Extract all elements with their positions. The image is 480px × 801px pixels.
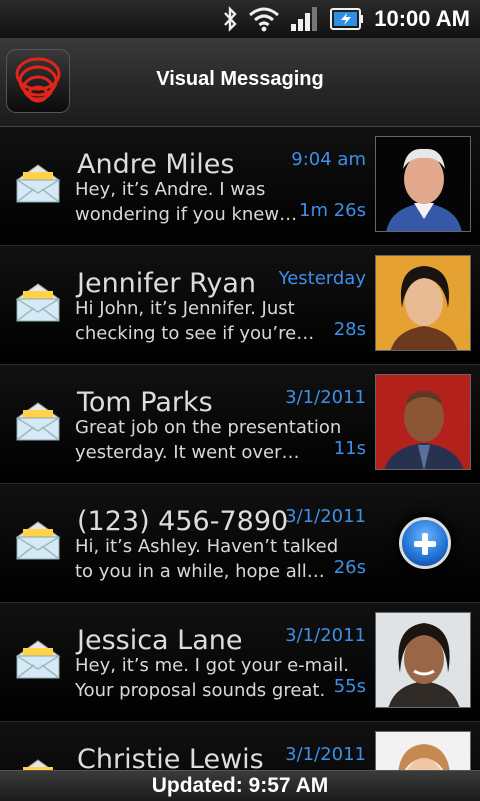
title-bar: Visual Messaging — [0, 38, 480, 127]
envelope-icon — [14, 638, 62, 682]
contact-photo[interactable] — [375, 731, 471, 770]
contact-name: (123) 456-7890 — [77, 506, 289, 537]
preview-line: Hi John, it’s Jennifer. Just — [75, 298, 295, 319]
contact-name: Tom Parks — [77, 387, 213, 418]
message-time: 3/1/2011 — [285, 506, 366, 527]
list-item[interactable]: Christie Lewis 3/1/2011 — [0, 722, 480, 770]
status-bar: 10:00 AM — [0, 0, 480, 38]
wifi-icon — [248, 6, 280, 32]
battery-charging-icon — [330, 7, 364, 31]
preview-line: Great job on the presentation — [75, 417, 342, 438]
signal-icon — [290, 6, 320, 32]
message-duration: 1m 26s — [299, 200, 366, 221]
message-duration: 11s — [333, 438, 366, 459]
message-time: 3/1/2011 — [285, 744, 366, 765]
message-duration: 26s — [333, 557, 366, 578]
list-item[interactable]: Jessica Lane 3/1/2011 Hey, it’s me. I go… — [0, 603, 480, 722]
message-preview: Hi John, it’s Jennifer. Just checking to… — [75, 296, 315, 346]
page-title: Visual Messaging — [156, 68, 324, 90]
message-time: 3/1/2011 — [285, 625, 366, 646]
message-time: 3/1/2011 — [285, 387, 366, 408]
preview-line: Your proposal sounds great. — [75, 680, 326, 701]
message-time: Yesterday — [278, 268, 366, 289]
envelope-icon — [14, 400, 62, 444]
envelope-icon — [14, 281, 62, 325]
envelope-icon — [14, 757, 62, 770]
preview-line: Hey, it’s me. I got your e-mail. — [75, 655, 349, 676]
bluetooth-icon — [222, 6, 238, 32]
message-preview: Hey, it’s me. I got your e-mail. Your pr… — [75, 653, 349, 703]
list-item[interactable]: (123) 456-7890 3/1/2011 Hi, it’s Ashley.… — [0, 484, 480, 603]
contact-photo[interactable] — [375, 255, 471, 351]
preview-line: yesterday. It went over… — [75, 442, 300, 463]
message-preview: Great job on the presentation yesterday.… — [75, 415, 342, 465]
contact-name: Andre Miles — [77, 149, 235, 180]
updated-footer: Updated: 9:57 AM — [0, 770, 480, 801]
contact-name: Christie Lewis — [77, 744, 264, 770]
message-time: 9:04 am — [291, 149, 366, 170]
add-contact-button[interactable] — [399, 517, 451, 569]
message-duration: 28s — [333, 319, 366, 340]
preview-line: wondering if you knew… — [75, 204, 298, 225]
preview-line: Hey, it’s Andre. I was — [75, 179, 266, 200]
contact-name: Jessica Lane — [77, 625, 243, 656]
message-preview: Hey, it’s Andre. I was wondering if you … — [75, 177, 305, 227]
clock: 10:00 AM — [374, 6, 470, 31]
envelope-icon — [14, 162, 62, 206]
list-item[interactable]: Andre Miles 9:04 am Hey, it’s Andre. I w… — [0, 127, 480, 246]
message-list[interactable]: Andre Miles 9:04 am Hey, it’s Andre. I w… — [0, 127, 480, 770]
list-item[interactable]: Tom Parks 3/1/2011 Great job on the pres… — [0, 365, 480, 484]
list-item[interactable]: Jennifer Ryan Yesterday Hi John, it’s Je… — [0, 246, 480, 365]
contact-name: Jennifer Ryan — [77, 268, 257, 299]
message-duration: 55s — [333, 676, 366, 697]
preview-line: Hi, it’s Ashley. Haven’t talked — [75, 536, 339, 557]
message-preview: Hi, it’s Ashley. Haven’t talked to you i… — [75, 534, 339, 584]
contact-photo[interactable] — [375, 374, 471, 470]
envelope-icon — [14, 519, 62, 563]
preview-line: checking to see if you’re… — [75, 323, 315, 344]
contact-photo[interactable] — [375, 136, 471, 232]
contact-photo[interactable] — [375, 612, 471, 708]
preview-line: to you in a while, hope all… — [75, 561, 325, 582]
